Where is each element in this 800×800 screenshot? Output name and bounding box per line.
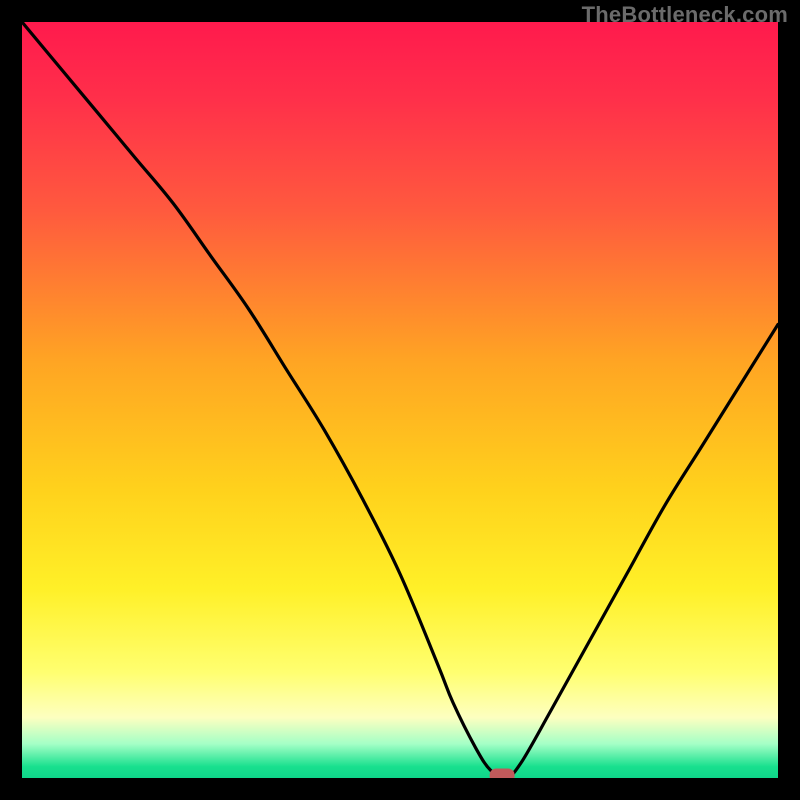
plot-background (22, 22, 778, 778)
optimal-point-marker (490, 769, 514, 778)
bottleneck-chart (22, 22, 778, 778)
chart-frame: TheBottleneck.com (0, 0, 800, 800)
